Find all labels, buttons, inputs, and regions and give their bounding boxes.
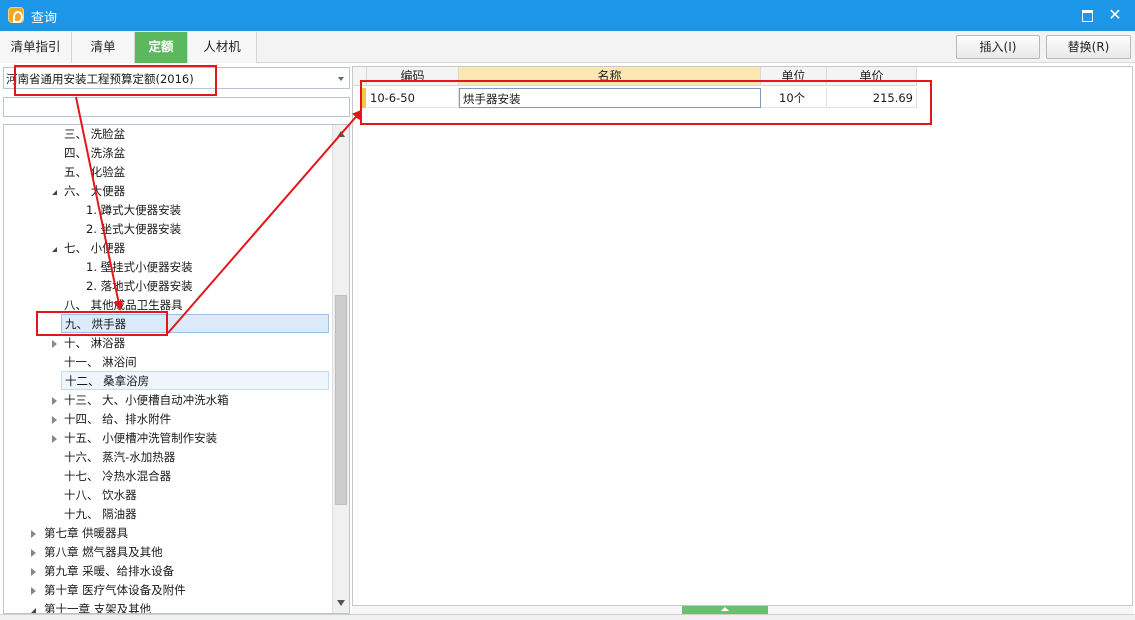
tree-item[interactable]: 十三、 大、小便槽自动冲洗水箱 (52, 391, 332, 410)
expand-triangle-icon[interactable] (31, 587, 36, 595)
tree-item[interactable]: 十八、 饮水器 (64, 486, 332, 505)
tree-item-label: 1. 蹲式大便器安装 (86, 203, 182, 217)
tree-item-label: 第九章 采暖、给排水设备 (44, 564, 175, 578)
chevron-down-icon (338, 77, 344, 81)
tab-quota[interactable]: 定额 (135, 32, 188, 63)
expand-triangle-icon[interactable] (52, 340, 57, 348)
tree-item-label: 第八章 燃气器具及其他 (44, 545, 163, 559)
tree-item[interactable]: 十二、 桑拿浴房 (61, 371, 329, 390)
tree-item[interactable]: 四、 洗涤盆 (64, 144, 332, 163)
window-title: 查询 (31, 11, 58, 26)
tree-item[interactable]: 十四、 给、排水附件 (52, 410, 332, 429)
expand-triangle-icon[interactable] (31, 568, 36, 576)
tree-item[interactable]: 1. 壁挂式小便器安装 (86, 258, 332, 277)
quota-chapter-tree: 三、 洗脸盆 四、 洗涤盆 五、 化验盆 六、 大便器 1. 蹲式大便器安装 2. 坐式大… (3, 124, 350, 614)
tree-item[interactable]: 第十一章 支架及其他 (31, 600, 332, 614)
tab-bill[interactable]: 清单 (72, 32, 135, 63)
maximize-icon[interactable] (1077, 5, 1097, 25)
tree-item-label: 2. 坐式大便器安装 (86, 222, 182, 236)
title-bar: 查询 ✕ (0, 0, 1135, 31)
tree-item-label: 十七、 冷热水混合器 (64, 469, 172, 483)
status-strip (0, 614, 1135, 620)
tree-item-label: 十三、 大、小便槽自动冲洗水箱 (64, 393, 229, 407)
expand-triangle-icon[interactable] (31, 549, 36, 557)
tree-item[interactable]: 十一、 淋浴间 (64, 353, 332, 372)
replace-button[interactable]: 替换(R) (1046, 35, 1131, 59)
scroll-thumb[interactable] (335, 295, 347, 505)
tree-item-label: 八、 其他成品卫生器具 (64, 298, 183, 312)
tree-item[interactable]: 第七章 供暖器具 (31, 524, 332, 543)
tree-item-label: 五、 化验盆 (64, 165, 126, 179)
close-icon[interactable]: ✕ (1105, 5, 1125, 25)
tree-item-label: 六、 大便器 (64, 184, 126, 198)
tree-item[interactable]: 七、 小便器 (52, 239, 332, 258)
tree-item[interactable]: 2. 坐式大便器安装 (86, 220, 332, 239)
tree-item-label: 1. 壁挂式小便器安装 (86, 260, 193, 274)
tree-scrollbar[interactable] (332, 125, 349, 613)
collapse-triangle-icon[interactable] (52, 247, 57, 252)
expand-triangle-icon[interactable] (52, 416, 57, 424)
scroll-up-icon[interactable] (337, 131, 345, 137)
tree-item-label: 2. 落地式小便器安装 (86, 279, 193, 293)
expand-triangle-icon[interactable] (31, 530, 36, 538)
tree-item-label: 十四、 给、排水附件 (64, 412, 172, 426)
tree-item[interactable]: 五、 化验盆 (64, 163, 332, 182)
expand-triangle-icon[interactable] (52, 435, 57, 443)
expand-triangle-icon[interactable] (52, 397, 57, 405)
expand-panel-handle[interactable] (682, 606, 768, 614)
tree-item[interactable]: 十九、 隔油器 (64, 505, 332, 524)
tree-item[interactable]: 十、 淋浴器 (52, 334, 332, 353)
collapse-triangle-icon[interactable] (31, 608, 36, 613)
tree-item[interactable]: 第九章 采暖、给排水设备 (31, 562, 332, 581)
tree-item-label: 十六、 蒸汽-水加热器 (64, 450, 176, 464)
tab-bill-guide[interactable]: 清单指引 (0, 32, 72, 63)
tree-item-label: 十二、 桑拿浴房 (65, 374, 150, 388)
tree-item[interactable]: 六、 大便器 (52, 182, 332, 201)
tree-item-label: 十一、 淋浴间 (64, 355, 137, 369)
tree-item-label: 十、 淋浴器 (64, 336, 126, 350)
tree-item-label: 四、 洗涤盆 (64, 146, 126, 160)
tree-item-label: 第七章 供暖器具 (44, 526, 129, 540)
tree-item-label: 十八、 饮水器 (64, 488, 137, 502)
annotation-box-result (360, 80, 932, 125)
tree-item-label: 第十一章 支架及其他 (44, 602, 152, 614)
tab-labor-material-machine[interactable]: 人材机 (188, 32, 257, 63)
tree-item[interactable]: 第十章 医疗气体设备及附件 (31, 581, 332, 600)
tree-item[interactable]: 1. 蹲式大便器安装 (86, 201, 332, 220)
tree-item-label: 十五、 小便槽冲洗管制作安装 (64, 431, 218, 445)
scroll-down-icon[interactable] (337, 600, 345, 606)
annotation-box-library (14, 65, 217, 96)
tree-item[interactable]: 三、 洗脸盆 (64, 125, 332, 144)
tree-item[interactable]: 十五、 小便槽冲洗管制作安装 (52, 429, 332, 448)
tree-item-label: 三、 洗脸盆 (64, 127, 126, 141)
tree-item[interactable]: 十七、 冷热水混合器 (64, 467, 332, 486)
tree-item-label: 十九、 隔油器 (64, 507, 137, 521)
tree-item-label: 七、 小便器 (64, 241, 126, 255)
tree-item[interactable]: 十六、 蒸汽-水加热器 (64, 448, 332, 467)
annotation-box-tree-item (36, 311, 168, 336)
collapse-triangle-icon[interactable] (52, 190, 57, 195)
insert-button[interactable]: 插入(I) (956, 35, 1040, 59)
quota-result-grid: 编码 名称 单位 单价 10-6-50 烘手器安装 10个 215.69 (352, 66, 1133, 606)
tree-item[interactable]: 第八章 燃气器具及其他 (31, 543, 332, 562)
search-input[interactable] (3, 97, 350, 117)
tab-strip: 清单指引 清单 定额 人材机 插入(I) 替换(R) (0, 31, 1135, 63)
tree-item[interactable]: 2. 落地式小便器安装 (86, 277, 332, 296)
tree-item-label: 第十章 医疗气体设备及附件 (44, 583, 186, 597)
app-logo-icon (8, 7, 24, 23)
